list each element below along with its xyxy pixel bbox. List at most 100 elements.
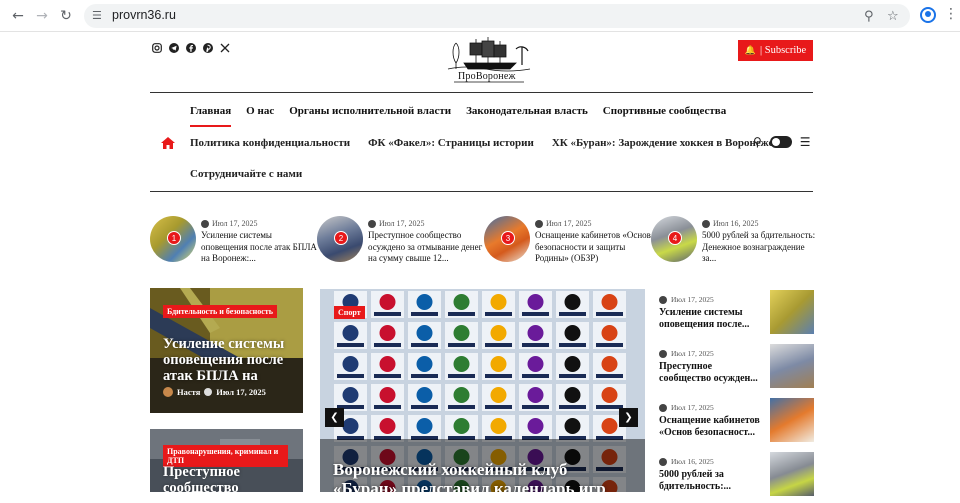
team-name-strip — [596, 343, 623, 347]
team-logo-icon — [527, 294, 544, 310]
bookmark-star-icon[interactable]: ☆ — [887, 9, 899, 24]
team-logo-icon — [453, 325, 470, 341]
clock-icon — [368, 219, 376, 228]
menu-item-fakel[interactable]: ФК «Факел»: Страницы истории — [368, 137, 534, 149]
side-thumbnail[interactable] — [770, 398, 814, 442]
trending-title[interactable]: Усиление системы оповещения после атак Б… — [201, 230, 319, 265]
side-list-item[interactable]: Июл 17, 2025 Оснащение кабинетов «Основ … — [659, 398, 814, 449]
trending-item[interactable]: 2 Июл 17, 2025 Преступное сообщество осу… — [317, 216, 482, 266]
slider-prev-icon[interactable]: ❮ — [325, 408, 344, 427]
clock-icon — [535, 219, 543, 228]
team-name-strip — [522, 405, 549, 409]
profile-avatar-icon[interactable] — [920, 7, 936, 23]
divider — [150, 191, 813, 192]
team-logo-icon — [490, 387, 507, 403]
trending-title[interactable]: Преступное сообщество осуждено за отмыва… — [368, 230, 486, 265]
team-name-strip — [411, 374, 438, 378]
team-logo-icon — [453, 418, 470, 434]
featured-card[interactable]: Правонарушения, криминал и ДТП Преступно… — [150, 429, 303, 492]
author-avatar — [163, 387, 173, 397]
trending-title[interactable]: Оснащение кабинетов «Основ безопасности … — [535, 230, 653, 265]
team-logo-icon — [527, 418, 544, 434]
team-logo-icon — [342, 387, 359, 403]
trending-item[interactable]: 3 Июл 17, 2025 Оснащение кабинетов «Осно… — [484, 216, 651, 266]
side-thumbnail[interactable] — [770, 452, 814, 496]
team-name-strip — [485, 343, 512, 347]
team-logo-icon — [601, 294, 618, 310]
category-badge[interactable]: Бдительность и безопасность — [163, 305, 277, 318]
team-logo-icon — [416, 418, 433, 434]
zoom-icon[interactable]: ⚲ — [864, 9, 874, 24]
trending-number: 2 — [334, 231, 348, 245]
pinterest-icon[interactable] — [203, 43, 213, 53]
clock-icon — [702, 219, 710, 228]
facebook-icon[interactable] — [186, 43, 196, 53]
search-icon[interactable]: ⚲ — [753, 135, 762, 149]
reload-icon[interactable]: ↻ — [56, 6, 76, 26]
card-title[interactable]: Преступное сообщество — [163, 464, 298, 492]
team-logo-icon — [453, 356, 470, 372]
side-list-item[interactable]: Июл 17, 2025 Преступное сообщество осужд… — [659, 344, 814, 395]
address-bar[interactable]: ☰ provrn36.ru ⚲ ☆ — [84, 4, 910, 28]
side-title[interactable]: Усиление системы оповещения после... — [659, 307, 763, 330]
team-logo-icon — [564, 418, 581, 434]
trending-item[interactable]: 4 Июл 16, 2025 5000 рублей за бдительнос… — [651, 216, 816, 266]
team-logo-icon — [601, 418, 618, 434]
dark-mode-toggle[interactable] — [769, 136, 792, 148]
clock-icon — [659, 295, 667, 304]
team-logo-icon — [564, 294, 581, 310]
side-title[interactable]: Преступное сообщество осужден... — [659, 361, 763, 384]
site-info-icon[interactable]: ☰ — [92, 9, 106, 23]
featured-slider[interactable]: Спорт ❮ ❯ Воронежский хоккейный клуб «Бу… — [320, 289, 645, 492]
site-logo[interactable]: ПроВоронеж — [446, 35, 532, 85]
menu-item-home[interactable]: Главная — [190, 105, 232, 127]
trending-title[interactable]: 5000 рублей за бдительность: Денежное во… — [702, 230, 820, 265]
subscribe-label: | Subscribe — [760, 45, 807, 56]
x-icon[interactable] — [220, 43, 230, 53]
menu-item-sports[interactable]: Спортивные сообщества — [603, 105, 726, 117]
slider-next-icon[interactable]: ❯ — [619, 408, 638, 427]
side-date: Июл 17, 2025 — [671, 295, 714, 304]
trending-number: 1 — [167, 231, 181, 245]
slider-title[interactable]: Воронежский хоккейный клуб «Буран» предс… — [333, 460, 633, 492]
url-text[interactable]: provrn36.ru — [112, 8, 176, 22]
team-logo-icon — [601, 325, 618, 341]
team-name-strip — [596, 312, 623, 316]
side-title[interactable]: Оснащение кабинетов «Основ безопасност..… — [659, 415, 763, 438]
telegram-icon[interactable] — [169, 43, 179, 53]
card-title[interactable]: Усиление системы оповещения после атак Б… — [163, 336, 298, 384]
team-logo-icon — [564, 387, 581, 403]
team-logo-icon — [416, 387, 433, 403]
browser-menu-icon[interactable]: ⋮ — [944, 6, 958, 22]
menu-item-privacy[interactable]: Политика конфиденциальности — [190, 137, 350, 149]
hamburger-menu-icon[interactable]: ☰ — [800, 135, 811, 149]
home-icon[interactable] — [161, 137, 175, 149]
back-icon[interactable]: ← — [8, 6, 28, 26]
menu-item-buran[interactable]: ХК «Буран»: Зарождение хоккея в Воронеже — [552, 137, 774, 149]
menu-item-executive[interactable]: Органы исполнительной власти — [289, 105, 451, 117]
menu-item-legislative[interactable]: Законодательная власть — [466, 105, 588, 117]
page: ПроВоронеж 🔔 | Subscribe Главная О нас О… — [0, 33, 960, 496]
team-name-strip — [485, 405, 512, 409]
team-name-strip — [485, 312, 512, 316]
side-thumbnail[interactable] — [770, 290, 814, 334]
menu-item-about[interactable]: О нас — [246, 105, 274, 117]
featured-card[interactable]: Бдительность и безопасность Усиление сис… — [150, 288, 303, 413]
trending-number: 4 — [668, 231, 682, 245]
subscribe-button[interactable]: 🔔 | Subscribe — [738, 40, 813, 61]
trending-item[interactable]: 1 Июл 17, 2025 Усиление системы оповещен… — [150, 216, 317, 266]
team-logo-icon — [490, 418, 507, 434]
team-logo-icon — [379, 387, 396, 403]
side-list-item[interactable]: Июл 16, 2025 5000 рублей за бдительность… — [659, 452, 814, 503]
side-list-item[interactable]: Июл 17, 2025 Усиление системы оповещения… — [659, 290, 814, 341]
author-name[interactable]: Настя — [177, 387, 200, 397]
team-name-strip — [411, 405, 438, 409]
forward-icon[interactable]: → — [32, 6, 52, 26]
team-name-strip — [448, 374, 475, 378]
side-title[interactable]: 5000 рублей за бдительность:... — [659, 469, 763, 492]
instagram-icon[interactable] — [152, 43, 162, 53]
side-thumbnail[interactable] — [770, 344, 814, 388]
menu-item-cooperate[interactable]: Сотрудничайте с нами — [190, 168, 302, 180]
category-badge[interactable]: Спорт — [334, 306, 365, 319]
clock-icon — [659, 457, 667, 466]
